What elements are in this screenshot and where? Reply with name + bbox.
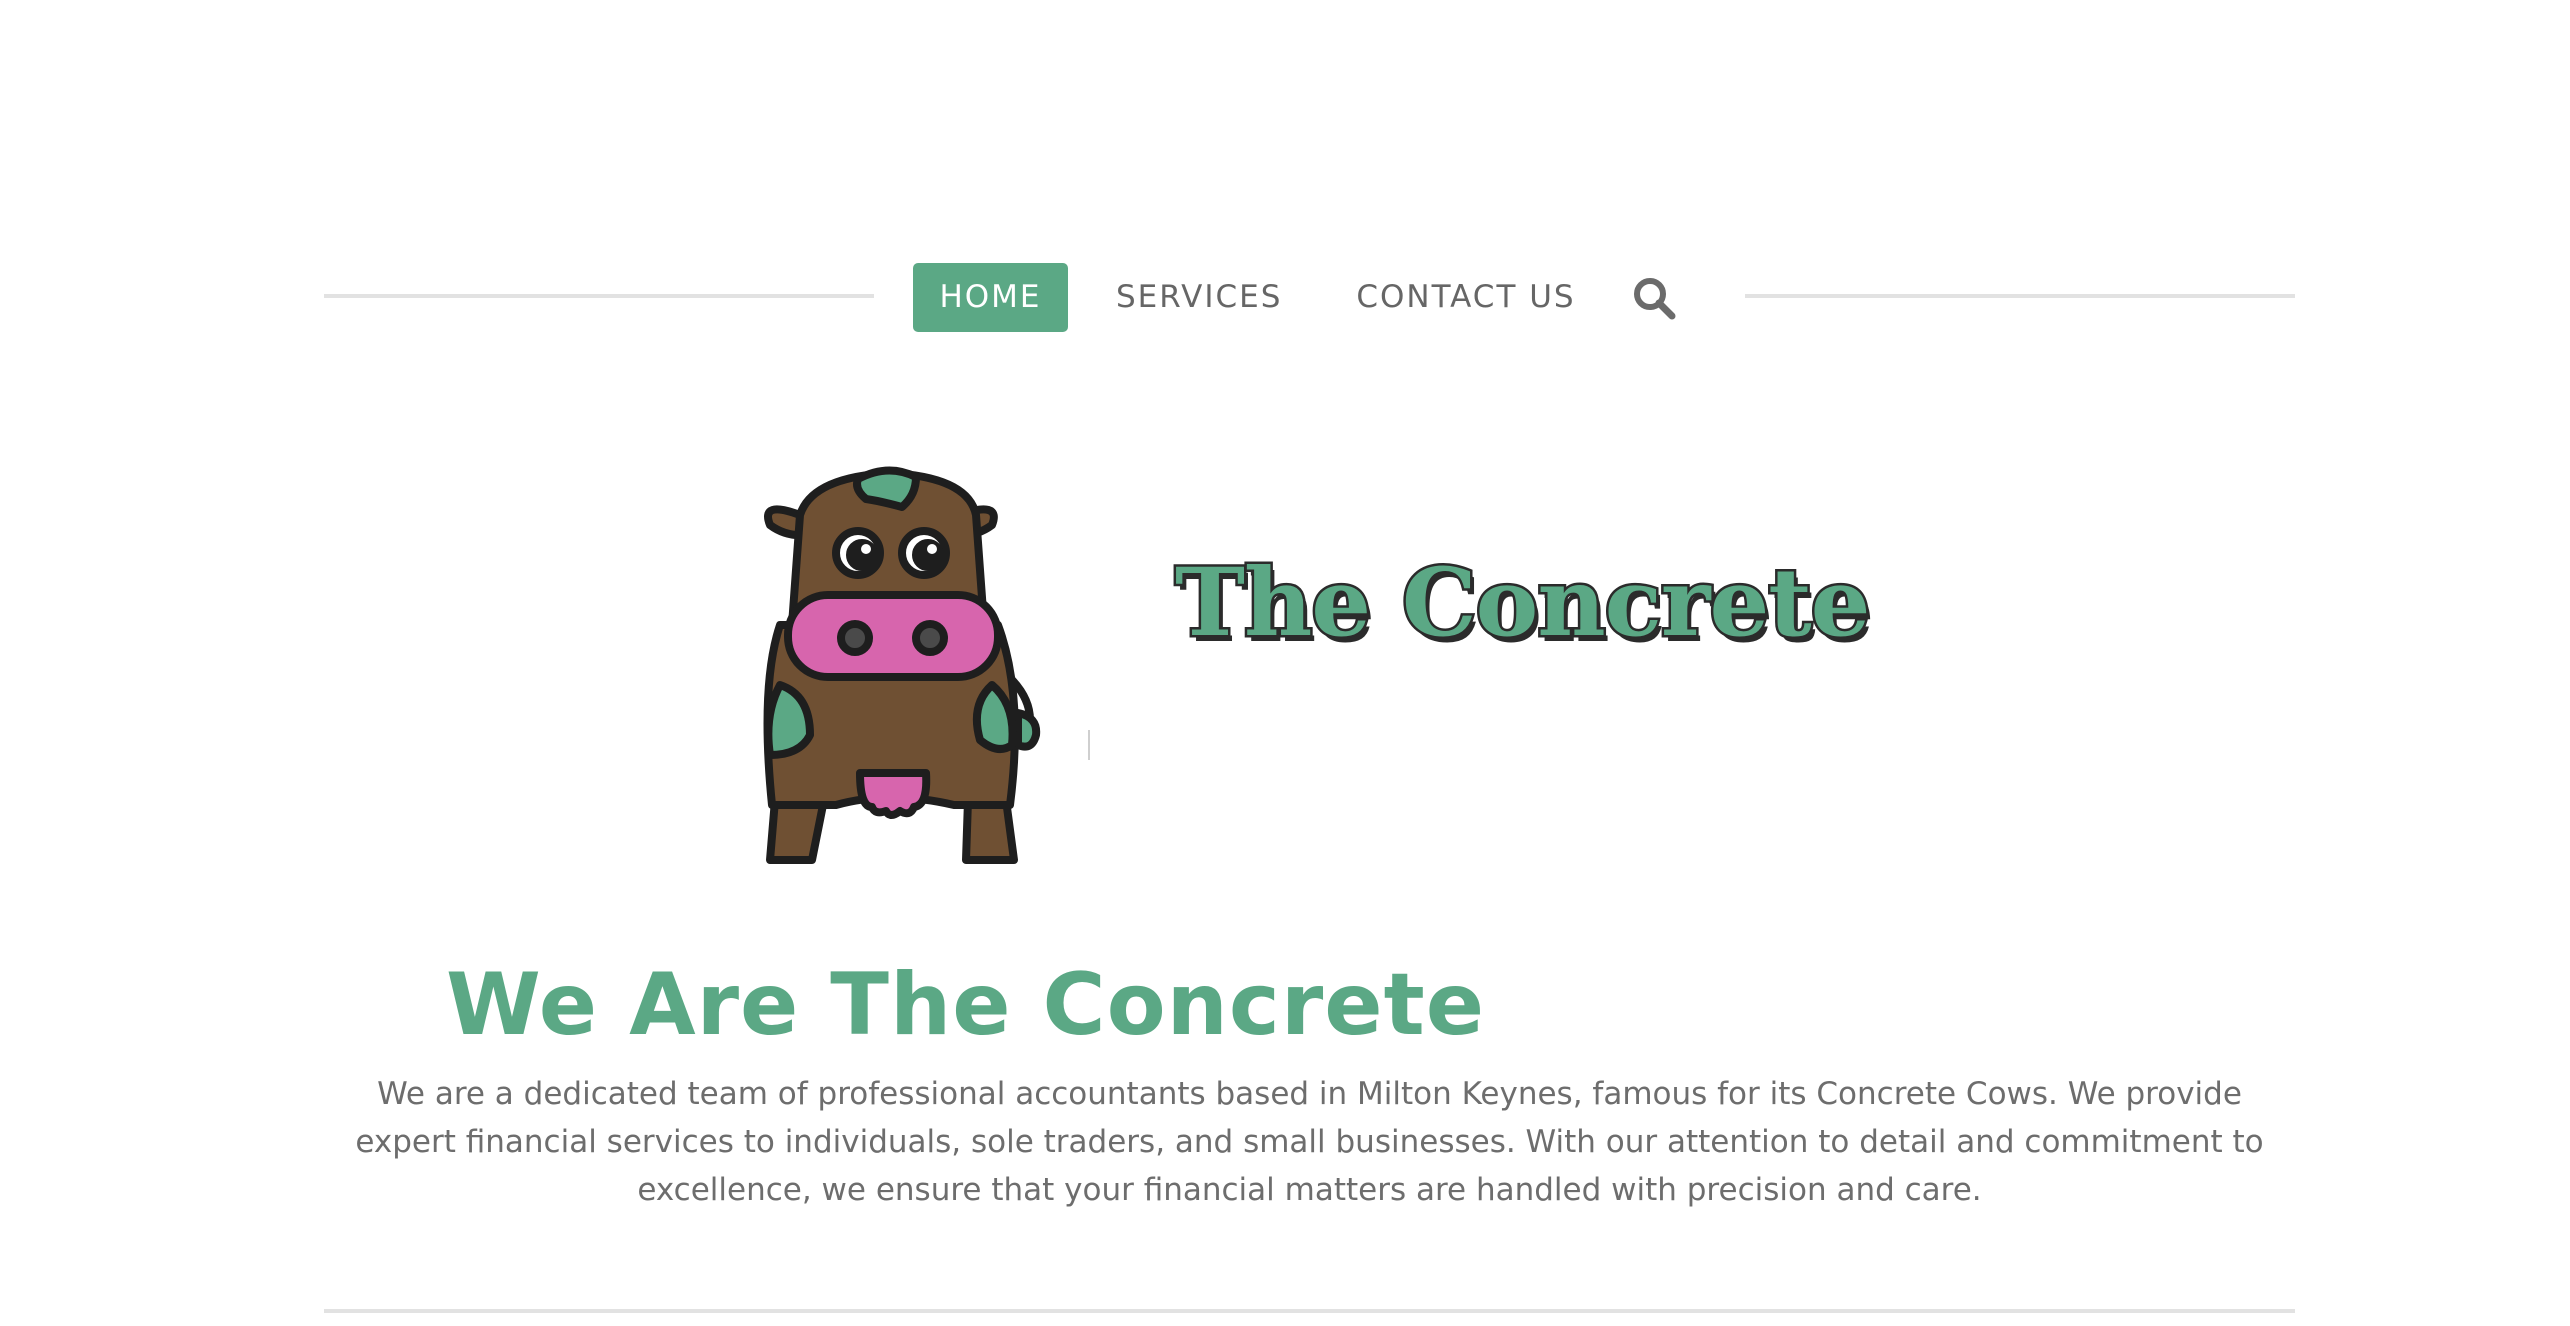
nav-divider-left xyxy=(324,294,874,298)
nav-services-link[interactable]: SERVICES xyxy=(1116,263,1282,332)
site-logo[interactable] xyxy=(740,455,1800,875)
nav-contact-link[interactable]: CONTACT US xyxy=(1356,263,1575,332)
cow-mascot-icon xyxy=(763,466,1041,864)
logo-wordmark: The Concrete xyxy=(1172,546,1872,661)
page-title: We Are The Concrete xyxy=(446,955,1486,1055)
main-nav: HOME SERVICES CONTACT US xyxy=(913,263,1576,332)
nav-home-link[interactable]: HOME xyxy=(913,263,1068,332)
section-divider xyxy=(324,1309,2295,1313)
intro-paragraph: We are a dedicated team of professional … xyxy=(355,1076,2264,1208)
logo-divider xyxy=(1088,730,1090,760)
nav-divider-right xyxy=(1745,294,2295,298)
search-button[interactable] xyxy=(1632,276,1678,322)
search-icon xyxy=(1634,278,1676,320)
